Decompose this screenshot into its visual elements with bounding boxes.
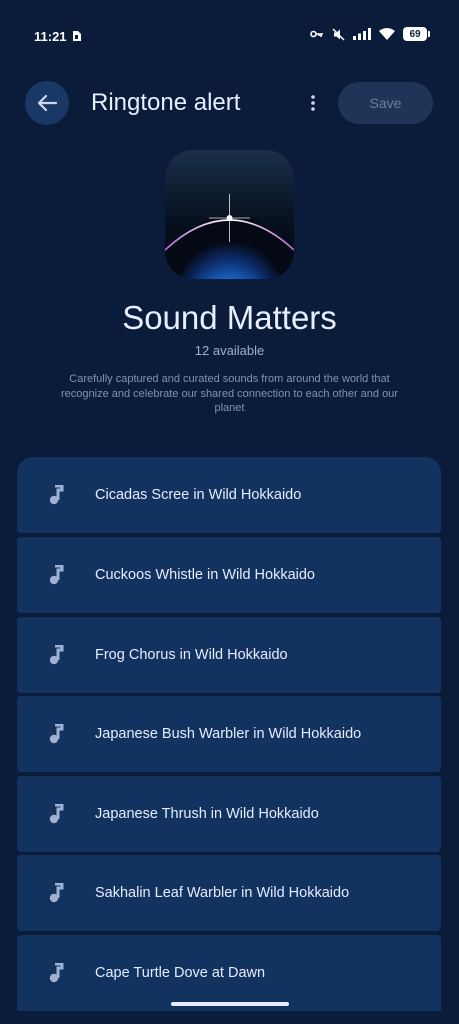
music-note-icon	[49, 565, 64, 585]
signal-icon	[353, 28, 371, 40]
wifi-icon	[379, 28, 395, 40]
collection-title: Sound Matters	[122, 299, 337, 336]
planet-horizon-artwork	[165, 150, 294, 279]
ringtone-item[interactable]: Cape Turtle Dove at Dawn	[17, 935, 441, 1011]
ringtone-item[interactable]: Japanese Bush Warbler in Wild Hokkaido	[17, 696, 441, 772]
page-title: Ringtone alert	[91, 89, 241, 116]
ringtone-label: Japanese Thrush in Wild Hokkaido	[95, 806, 319, 822]
status-icons: 69	[310, 27, 430, 41]
mute-icon	[332, 27, 345, 41]
music-note-icon	[49, 724, 64, 744]
more-options-button[interactable]	[302, 91, 324, 115]
ringtone-item[interactable]: Cicadas Scree in Wild Hokkaido	[17, 457, 441, 533]
ringtone-label: Cicadas Scree in Wild Hokkaido	[95, 487, 302, 503]
ringtone-item[interactable]: Japanese Thrush in Wild Hokkaido	[17, 776, 441, 852]
collection-description: Carefully captured and curated sounds fr…	[61, 373, 398, 414]
ringtone-label: Cuckoos Whistle in Wild Hokkaido	[95, 567, 315, 583]
ringtone-label: Sakhalin Leaf Warbler in Wild Hokkaido	[95, 885, 350, 901]
ringtone-screen: 11:21 69 Ringtone alert Save Sound Matte…	[0, 0, 459, 1024]
music-note-icon	[49, 645, 64, 665]
available-count: 12 available	[194, 343, 265, 358]
back-arrow-icon	[37, 94, 57, 112]
vpn-key-icon	[310, 30, 323, 38]
music-note-icon	[49, 804, 64, 824]
battery-level: 69	[409, 28, 421, 40]
collection-artwork	[165, 150, 294, 279]
back-button[interactable]	[25, 81, 69, 125]
ringtone-label: Cape Turtle Dove at Dawn	[95, 965, 266, 981]
music-note-icon	[49, 883, 64, 903]
ringtone-item[interactable]: Frog Chorus in Wild Hokkaido	[17, 617, 441, 693]
music-note-icon	[49, 485, 64, 505]
battery-icon: 69	[403, 27, 430, 41]
ringtone-label: Frog Chorus in Wild Hokkaido	[95, 647, 288, 663]
more-vert-icon	[311, 95, 315, 111]
status-time: 11:21	[34, 29, 67, 44]
home-indicator[interactable]	[171, 1002, 289, 1006]
music-note-icon	[49, 963, 64, 983]
sim-icon	[73, 31, 81, 41]
ringtone-item[interactable]: Cuckoos Whistle in Wild Hokkaido	[17, 537, 441, 613]
save-button[interactable]: Save	[338, 82, 433, 124]
ringtone-item[interactable]: Sakhalin Leaf Warbler in Wild Hokkaido	[17, 855, 441, 931]
status-bar: 11:21 69	[0, 0, 459, 72]
ringtone-label: Japanese Bush Warbler in Wild Hokkaido	[95, 726, 362, 742]
